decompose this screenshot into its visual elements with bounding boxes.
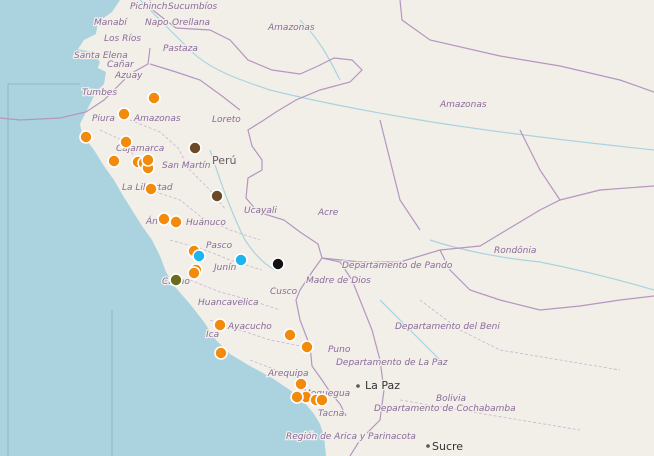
map-label-azuay: Azuay — [114, 71, 143, 81]
map-label-sucumbíos: Sucumbíos — [168, 2, 218, 12]
map-label-amazonas: Amazonas — [439, 100, 487, 110]
map-canvas[interactable]: PichinchaSucumbíos Manabí Napo Orellana Los … — [0, 0, 654, 456]
map-marker-orange[interactable] — [117, 107, 131, 121]
map-label-departamento-de-pando: Departamento de Pando — [342, 261, 453, 271]
map-label-pichincha: Pichincha — [130, 2, 173, 12]
map-marker-orange[interactable] — [214, 346, 228, 360]
map-marker-orange[interactable] — [141, 153, 155, 167]
map-label-piura: Piura — [92, 114, 115, 124]
map-label-departamento-de-la-paz: Departamento de La Paz — [336, 358, 448, 368]
map-label-tacna: Tacna — [318, 409, 344, 419]
map-label-amazonas: Amazonas — [267, 23, 315, 33]
map-label-napo: Napo — [145, 18, 169, 28]
map-marker-orange[interactable] — [119, 135, 133, 149]
map-label-puno: Puno — [328, 345, 351, 355]
map-label-amazonas: Amazonas — [133, 114, 181, 124]
map-label-acre: Acre — [317, 208, 339, 218]
city-dot-sucre — [426, 444, 430, 448]
map-marker-olive[interactable] — [169, 273, 183, 287]
map-marker-orange[interactable] — [300, 340, 314, 354]
map-label-la-paz: La Paz — [365, 379, 400, 392]
map-marker-orange[interactable] — [213, 318, 227, 332]
map-label-ica: Ica — [206, 330, 219, 340]
map-label-ucayali: Ucayali — [244, 206, 277, 216]
map-label-cañar: Cañar — [107, 60, 135, 70]
map-marker-orange[interactable] — [283, 328, 297, 342]
map-marker-orange[interactable] — [187, 266, 201, 280]
map-label-los-ríos: Los Ríos — [104, 34, 141, 44]
map-label-sucre: Sucre — [432, 440, 463, 453]
map-label-cusco: Cusco — [270, 287, 298, 297]
map-label-departamento-del-beni: Departamento del Beni — [395, 322, 500, 332]
map-label-huancavelica: Huancavelica — [198, 298, 258, 308]
map-label-san-martín: San Martín — [162, 161, 211, 171]
map-label-pastaza: Pastaza — [163, 44, 198, 54]
map-marker-brown[interactable] — [188, 141, 202, 155]
map-label-tumbes: Tumbes — [82, 88, 117, 98]
map-marker-orange[interactable] — [79, 130, 93, 144]
map-label-ayacucho: Ayacucho — [227, 322, 272, 332]
map-marker-blue[interactable] — [192, 249, 206, 263]
map-marker-orange[interactable] — [169, 215, 183, 229]
city-dot-la-paz — [356, 384, 360, 388]
map-marker-orange[interactable] — [315, 393, 329, 407]
map-marker-black[interactable] — [271, 257, 285, 271]
map-marker-blue[interactable] — [234, 253, 248, 267]
map-label-pasco: Pasco — [206, 241, 233, 251]
map-marker-orange[interactable] — [147, 91, 161, 105]
map-marker-orange[interactable] — [290, 390, 304, 404]
map-marker-orange[interactable] — [107, 154, 121, 168]
map-label-región-de-arica-y-parinacota: Región de Arica y Parinacota — [286, 431, 416, 442]
map-label-loreto: Loreto — [212, 115, 241, 125]
map-marker-orange[interactable] — [157, 212, 171, 226]
map-label-madre-de-dios: Madre de Dios — [306, 276, 371, 286]
map-marker-brown[interactable] — [210, 189, 224, 203]
map-label-huánuco: Huánuco — [186, 218, 226, 228]
map-marker-orange[interactable] — [144, 182, 158, 196]
map-label-manabí: Manabí — [94, 18, 128, 28]
map-label-junín: Junín — [212, 263, 237, 273]
map-label-rondônia: Rondônia — [494, 245, 536, 256]
map-label-bolivia: Bolivia — [436, 394, 466, 404]
map-label-perú: Perú — [212, 154, 237, 167]
map-label-orellana: Orellana — [172, 18, 210, 28]
map-marker-orange[interactable] — [294, 377, 308, 391]
map-label-departamento-de-cochabamba: Departamento de Cochabamba — [374, 404, 516, 414]
